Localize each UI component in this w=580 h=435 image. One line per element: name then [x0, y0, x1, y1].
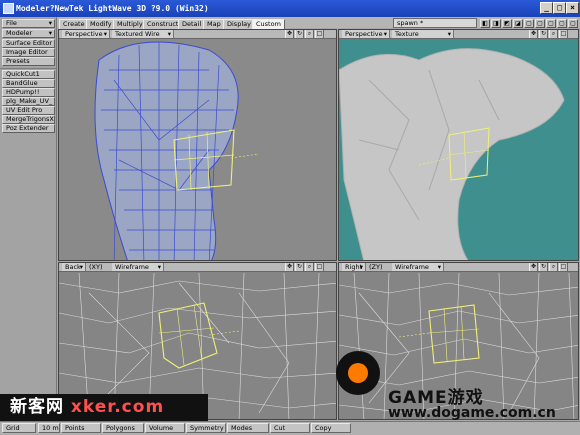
view-dropdown[interactable]: Back — [62, 263, 86, 271]
watermark-en-text: xker.com — [70, 397, 165, 417]
polygons-mode-button[interactable]: Polygons — [102, 423, 144, 433]
grid-size-value: 10 m — [38, 423, 60, 433]
view-dropdown[interactable]: Perspective — [342, 30, 390, 38]
arm-wire-model — [94, 41, 260, 260]
copy-button[interactable]: Copy — [311, 423, 351, 433]
layer-icon[interactable]: ◨ — [491, 19, 501, 28]
maximize-view-icon[interactable]: □ — [315, 30, 324, 38]
viewport-header: Perspective Texture ✥ ↻ ⌕ □ — [339, 30, 578, 39]
left-toolbar: File Modeler Surface Editor Image Editor… — [0, 17, 57, 435]
move-view-icon[interactable]: ✥ — [529, 30, 538, 38]
close-button[interactable]: × — [566, 2, 579, 14]
maximize-button[interactable]: □ — [553, 2, 566, 14]
maximize-view-icon[interactable]: □ — [559, 30, 568, 38]
maximize-view-icon[interactable]: □ — [559, 263, 568, 271]
object-selector[interactable]: spawn * — [393, 18, 477, 28]
tab-detail[interactable]: Detail — [178, 19, 206, 29]
move-view-icon[interactable]: ✥ — [285, 263, 294, 271]
viewport-header: Right (ZY) Wireframe ✥ ↻ ⌕ □ — [339, 263, 578, 272]
axes-label: (XY) — [89, 263, 103, 271]
grid-label: Grid — [2, 423, 36, 433]
viewport-header: Back (XY) Wireframe ✥ ↻ ⌕ □ — [59, 263, 336, 272]
viewport-header: Perspective Textured Wire ✥ ↻ ⌕ □ — [59, 30, 336, 39]
dogame-url: www.dogame.com.cn — [388, 405, 556, 421]
move-view-icon[interactable]: ✥ — [285, 30, 294, 38]
viewport-perspective-texture[interactable]: Perspective Texture ✥ ↻ ⌕ □ — [338, 29, 579, 261]
minimize-button[interactable]: _ — [540, 2, 553, 14]
presets-button[interactable]: Presets — [2, 57, 55, 66]
zoom-view-icon[interactable]: ⌕ — [305, 30, 314, 38]
viewport-perspective-wire[interactable]: Perspective Textured Wire ✥ ↻ ⌕ □ — [58, 29, 337, 261]
modes-dropdown[interactable]: Modes — [227, 423, 269, 433]
app-icon — [3, 3, 14, 14]
modeler-menu[interactable]: Modeler — [2, 29, 55, 38]
dogame-logo-dot-icon — [348, 363, 368, 383]
zoom-view-icon[interactable]: ⌕ — [549, 30, 558, 38]
view-dropdown[interactable]: Right — [342, 263, 366, 271]
plugin-button[interactable]: HDPump!! — [2, 88, 55, 97]
layer-icon[interactable]: ▢ — [568, 19, 578, 28]
plugin-button[interactable]: UV Edit Pro — [2, 106, 55, 115]
layer-icon[interactable]: ▢ — [546, 19, 556, 28]
layer-icon[interactable]: ▢ — [557, 19, 567, 28]
tab-construct[interactable]: Construct — [143, 19, 183, 29]
window-title: Modeler?NewTek LightWave 3D ?9.0 (Win32) — [16, 4, 209, 13]
points-mode-button[interactable]: Points — [61, 423, 101, 433]
render-mode-dropdown[interactable]: Wireframe — [112, 263, 164, 271]
layer-icon[interactable]: ◧ — [480, 19, 490, 28]
tab-create[interactable]: Create — [59, 19, 89, 29]
view-dropdown[interactable]: Perspective — [62, 30, 110, 38]
layer-icon[interactable]: ▢ — [524, 19, 534, 28]
surface-editor-button[interactable]: Surface Editor — [2, 39, 55, 48]
symmetry-button[interactable]: Symmetry — [186, 423, 226, 433]
tab-map[interactable]: Map — [203, 19, 225, 29]
layer-icon[interactable]: ▢ — [535, 19, 545, 28]
tab-modify[interactable]: Modify — [86, 19, 116, 29]
cut-button[interactable]: Cut — [270, 423, 310, 433]
tab-custom[interactable]: Custom — [252, 19, 285, 29]
plugin-button[interactable]: plg_Make_UV_ — [2, 97, 55, 106]
rotate-view-icon[interactable]: ↻ — [295, 30, 304, 38]
plugin-button[interactable]: QuickCut1 — [2, 70, 55, 79]
layer-icon[interactable]: ◪ — [513, 19, 523, 28]
maximize-view-icon[interactable]: □ — [315, 263, 324, 271]
move-view-icon[interactable]: ✥ — [529, 263, 538, 271]
layer-icon[interactable]: ◩ — [502, 19, 512, 28]
plugin-button[interactable]: Poz Extender — [2, 124, 55, 133]
divider — [0, 68, 57, 69]
render-mode-dropdown[interactable]: Textured Wire — [112, 30, 174, 38]
image-editor-button[interactable]: Image Editor — [2, 48, 55, 57]
tab-display[interactable]: Display — [223, 19, 255, 29]
bottom-toolbar: Grid 10 m Points Polygons Volume Symmetr… — [0, 421, 580, 435]
file-menu[interactable]: File — [2, 19, 55, 28]
zoom-view-icon[interactable]: ⌕ — [549, 263, 558, 271]
rotate-view-icon[interactable]: ↻ — [539, 263, 548, 271]
watermark-cn-text: 新客网 — [10, 397, 64, 417]
zoom-view-icon[interactable]: ⌕ — [305, 263, 314, 271]
title-bar: Modeler?NewTek LightWave 3D ?9.0 (Win32)… — [0, 0, 580, 17]
xker-watermark: 新客网 xker.com — [0, 394, 208, 421]
rotate-view-icon[interactable]: ↻ — [539, 30, 548, 38]
dogame-watermark: GAME游戏 www.dogame.com.cn — [336, 351, 578, 423]
tab-multiply[interactable]: Multiply — [113, 19, 147, 29]
render-mode-dropdown[interactable]: Texture — [392, 30, 454, 38]
axes-label: (ZY) — [369, 263, 383, 271]
arm-shaded-model — [339, 48, 565, 260]
render-mode-dropdown[interactable]: Wireframe — [392, 263, 444, 271]
rotate-view-icon[interactable]: ↻ — [295, 263, 304, 271]
volume-mode-button[interactable]: Volume — [145, 423, 185, 433]
plugin-button[interactable]: MergeTrigonsX — [2, 115, 55, 124]
plugin-button[interactable]: BandGlue — [2, 79, 55, 88]
